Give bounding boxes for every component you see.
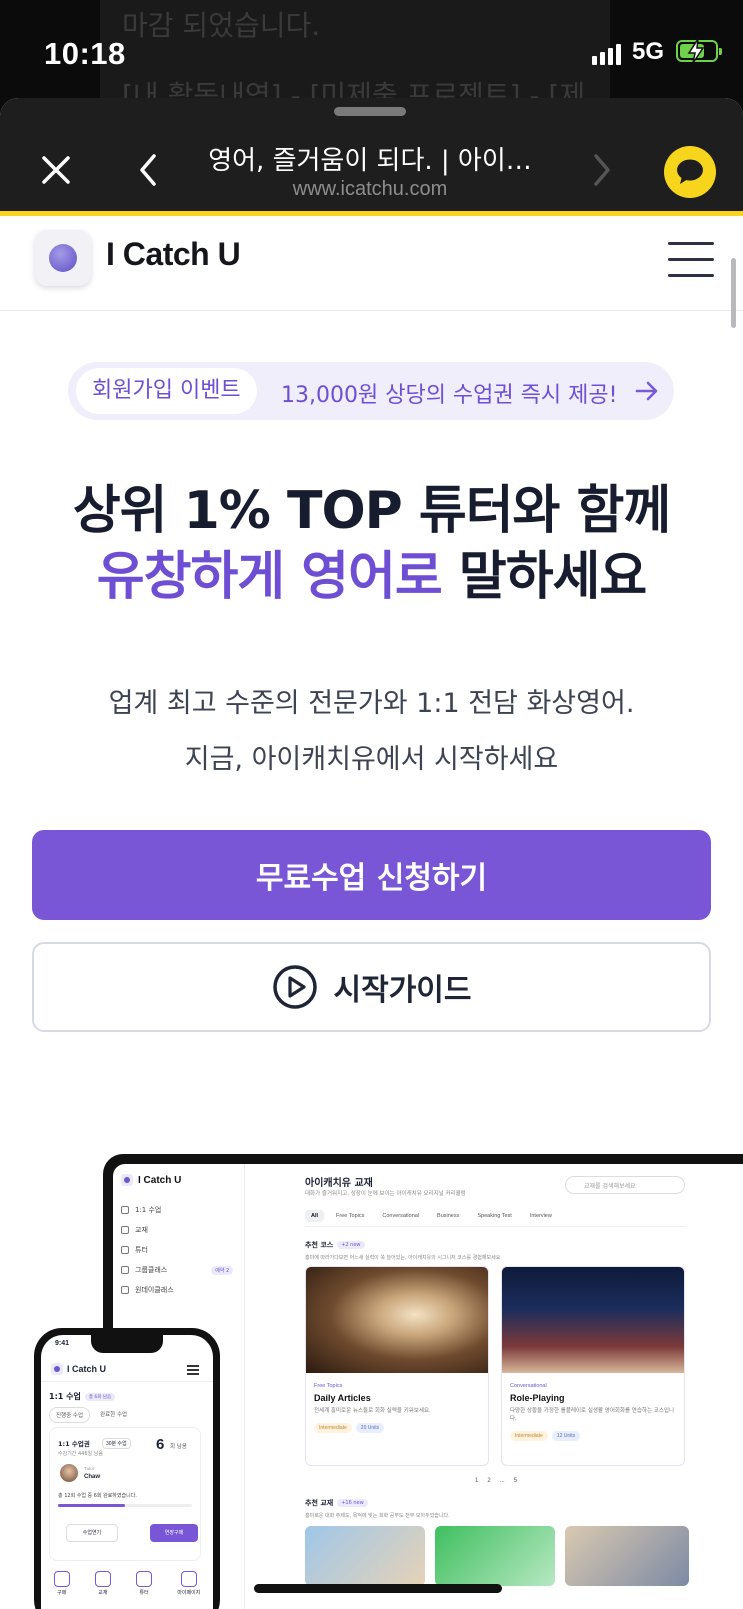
clock: 10:18	[44, 36, 126, 71]
mock-sidebar-item: 1:1 수업	[121, 1200, 233, 1220]
phone-extend-button: 수업연기	[66, 1524, 118, 1542]
home-indicator[interactable]	[254, 1584, 502, 1593]
phone-screen: 9:41 I Catch U 1:1 수업 총 6회 남음 진행중 수업 완료한 수…	[41, 1335, 213, 1609]
arrow-right-icon	[635, 381, 658, 401]
close-icon[interactable]	[36, 150, 76, 190]
start-guide-button[interactable]: 시작가이드	[32, 942, 711, 1032]
hero-headline: 상위 1% TOP 튜터와 함께 유창하게 영어로 말하세요	[0, 478, 743, 610]
mock-sidebar-item: 튜터	[121, 1240, 233, 1260]
mock-sidebar-item: 원데이클래스	[121, 1280, 233, 1300]
sheet-header: 영어, 즐거움이 되다. | 아이… www.icatchu.com	[0, 98, 743, 216]
headline-accent: 유창하게 영어로	[96, 547, 443, 607]
signal-icon	[592, 44, 621, 65]
free-trial-button[interactable]: 무료수업 신청하기	[32, 830, 711, 920]
mock-sidebar-item: 그룹클래스 예약 2	[121, 1260, 234, 1280]
event-text: 13,000원 상당의 수업권 즉시 제공!	[281, 383, 618, 408]
background-page-peek: 마감 되었습니다. [내 활동내역] - [미제출 프로젝트] - [제	[100, 0, 610, 110]
phone-pass-card: 1:1 수업권 30분 수업 수강기간 446일 남음 6 회 남음 Tutor…	[49, 1427, 201, 1561]
mock-search: 교재를 검색해보세요	[565, 1176, 685, 1194]
phone-menu-icon	[187, 1365, 199, 1377]
chat-bubble-icon	[677, 159, 703, 184]
coffee-newspaper-image	[306, 1267, 488, 1373]
subtitle-line1: 업계 최고 수준의 전문가와 1:1 전담 화상영어.	[108, 688, 635, 719]
mock-tabs: All Free Topics Conversational Business …	[305, 1210, 558, 1222]
back-icon[interactable]	[134, 152, 164, 188]
play-circle-icon	[272, 965, 317, 1009]
mock-thumbnail	[305, 1526, 425, 1586]
mock-pager: 1 2... 5	[475, 1478, 518, 1484]
phone-progress-bar	[58, 1504, 192, 1507]
mock-sidebar-item: 교재	[121, 1220, 233, 1240]
logo-icon[interactable]	[35, 230, 91, 286]
event-tag: 회원가입 이벤트	[76, 368, 257, 414]
mock-course-card: Free Topics Daily Articles 전세계 흥미로운 뉴스들로…	[305, 1266, 489, 1466]
subtitle-line2: 지금, 아이캐치유에서 시작하세요	[184, 744, 559, 775]
brand-name[interactable]: I Catch U	[106, 236, 241, 273]
charging-bolt-icon	[687, 38, 705, 64]
mock-section-desc: 흥미에 따라가다보면 어느새 실력이 쑥 늘어있는, 아이캐치유의 시그니처 코…	[305, 1255, 501, 1261]
hamburger-menu-icon[interactable]	[668, 242, 714, 278]
phone-logo: I Catch U	[51, 1363, 106, 1375]
phone-buy-button: 연장구매	[150, 1524, 198, 1542]
phone-bottom-nav: 구매 교재 튜터 마이페이지	[41, 1571, 213, 1596]
page-title: 영어, 즐거움이 되다. | 아이…	[208, 146, 532, 176]
browser-sheet: 영어, 즐거움이 되다. | 아이… www.icatchu.com I Cat…	[0, 98, 743, 1609]
mock-course-card: Conversational Role-Playing 다양한 상황을 가정한 …	[501, 1266, 685, 1466]
signup-event-banner[interactable]: 회원가입 이벤트 13,000원 상당의 수업권 즉시 제공!	[68, 362, 674, 420]
status-bar: 마감 되었습니다. [내 활동내역] - [미제출 프로젝트] - [제 10:…	[0, 0, 743, 110]
tutor-avatar	[60, 1464, 78, 1482]
phone-mockup: 9:41 I Catch U 1:1 수업 총 6회 남음 진행중 수업 완료한 수…	[34, 1328, 220, 1609]
phone-heading: 1:1 수업 총 6회 남음	[49, 1391, 116, 1402]
mock-logo: I Catch U	[121, 1174, 181, 1186]
headline-rest: 말하세요	[441, 547, 647, 607]
network-label: 5G	[632, 38, 665, 65]
mock-section-desc: 흥미로운 대화 주제도, 목적에 맞는 회화 공부도 전부 모아두었습니다.	[305, 1513, 450, 1519]
forward-icon[interactable]	[586, 152, 616, 188]
scrollbar[interactable]	[731, 258, 736, 328]
mock-section-title: 추천 코스 +2 new	[305, 1240, 365, 1250]
mock-title: 아이캐치유 교재	[305, 1178, 373, 1189]
headline-line1: 상위 1% TOP 튜터와 함께	[72, 481, 671, 541]
site-navbar: I Catch U	[0, 216, 743, 311]
mock-section-title: 추천 교재 +16 new	[305, 1498, 368, 1508]
mock-main-content: 아이캐치유 교재 대화가 즐거워지고, 성장이 눈에 보이는 아이캐치유 오리지…	[255, 1164, 743, 1609]
page-url: www.icatchu.com	[292, 178, 448, 200]
kakaotalk-button[interactable]	[664, 146, 716, 198]
sheet-grabber[interactable]	[334, 107, 406, 116]
mock-subtitle: 대화가 즐거워지고, 성장이 눈에 보이는 아이캐치유 오리지널 커리큘럼	[305, 1191, 466, 1197]
start-guide-label: 시작가이드	[333, 973, 472, 1008]
phone-time: 9:41	[55, 1340, 70, 1347]
mock-thumbnail	[565, 1526, 689, 1586]
hero-subtitle: 업계 최고 수준의 전문가와 1:1 전담 화상영어. 지금, 아이캐치유에서 …	[0, 676, 743, 788]
hanbok-couple-image	[502, 1267, 684, 1373]
phone-tabs: 진행중 수업 완료한 수업	[49, 1407, 133, 1423]
mock-thumbnail	[435, 1526, 555, 1586]
background-text: 마감 되었습니다.	[122, 9, 321, 42]
